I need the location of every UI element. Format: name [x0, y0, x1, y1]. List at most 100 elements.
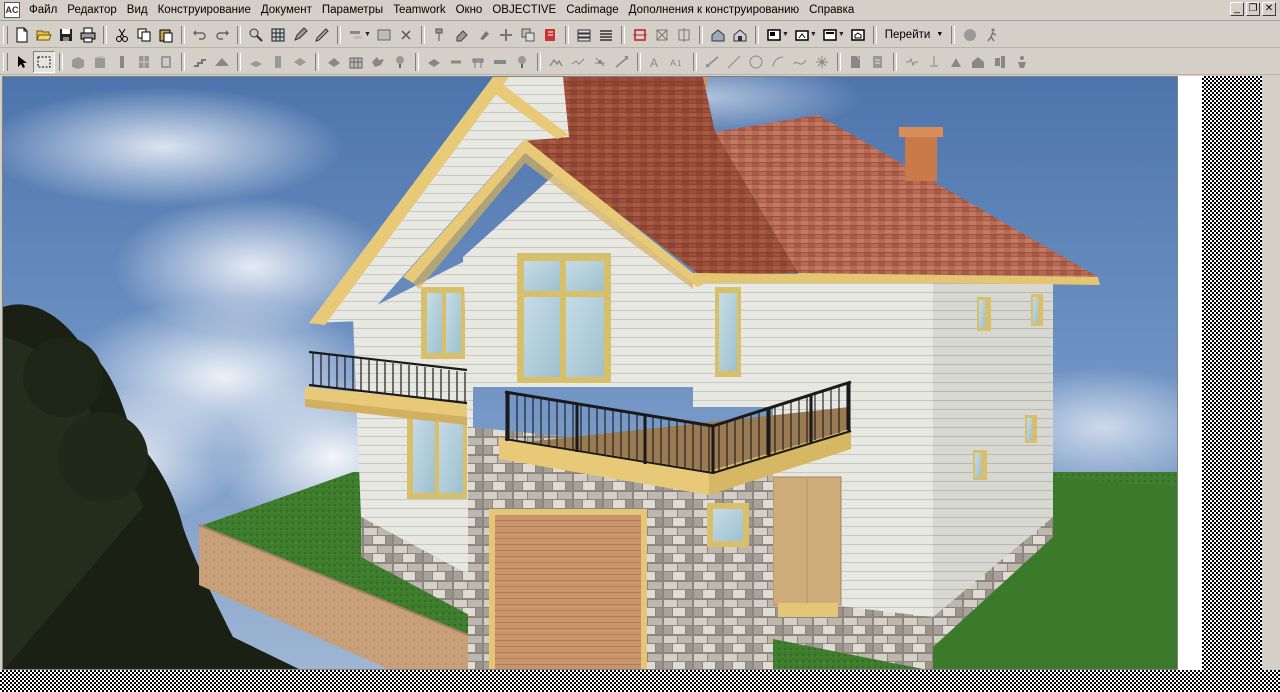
horizontal-scrollbar[interactable]	[0, 670, 1280, 692]
elevation-icon[interactable]	[651, 24, 673, 46]
lamp-icon[interactable]	[389, 51, 411, 73]
layer-list-icon[interactable]	[595, 24, 617, 46]
menu-design-extras[interactable]: Дополнения к конструированию	[624, 1, 805, 20]
chevron-down-icon[interactable]: ▼	[810, 31, 817, 38]
door-icon[interactable]	[133, 51, 155, 73]
eraser-icon[interactable]	[451, 24, 473, 46]
close-button[interactable]: ✕	[1262, 2, 1276, 16]
minimize-button[interactable]: _	[1230, 2, 1244, 16]
morph-icon[interactable]	[323, 51, 345, 73]
circle-icon[interactable]	[589, 51, 611, 73]
figure-icon[interactable]	[701, 51, 723, 73]
mesh-icon[interactable]	[267, 51, 289, 73]
fill-icon[interactable]	[545, 51, 567, 73]
menu-edit[interactable]: Редактор	[62, 1, 122, 20]
drop-icon[interactable]	[473, 24, 495, 46]
detail-icon[interactable]	[845, 51, 867, 73]
house-3d-icon[interactable]	[707, 24, 729, 46]
elevation-marker-icon[interactable]	[767, 51, 789, 73]
grid-icon[interactable]	[267, 24, 289, 46]
split-icon[interactable]	[673, 24, 695, 46]
arrow-select-icon[interactable]	[11, 51, 33, 73]
menu-document[interactable]: Документ	[256, 1, 317, 20]
line-icon[interactable]	[567, 51, 589, 73]
snap-icon[interactable]	[495, 24, 517, 46]
menu-view[interactable]: Вид	[122, 1, 153, 20]
menu-objective[interactable]: OBJECTIVE	[487, 1, 561, 20]
section-icon[interactable]	[629, 24, 651, 46]
spline-icon[interactable]: A	[645, 51, 667, 73]
dimension-icon[interactable]	[445, 51, 467, 73]
object-icon[interactable]	[367, 51, 389, 73]
marker-icon[interactable]	[923, 51, 945, 73]
walk-icon[interactable]	[981, 24, 1003, 46]
cut-icon[interactable]	[111, 24, 133, 46]
vertical-scrollbar[interactable]	[1202, 76, 1262, 670]
new-file-icon[interactable]	[11, 24, 33, 46]
menu-help[interactable]: Справка	[804, 1, 859, 20]
home-icon[interactable]	[847, 24, 869, 46]
interior-icon[interactable]	[789, 51, 811, 73]
camera-path-icon[interactable]	[901, 51, 923, 73]
house-plan-icon[interactable]	[729, 24, 751, 46]
layers-icon[interactable]	[517, 24, 539, 46]
open-folder-icon[interactable]	[33, 24, 55, 46]
tree-icon[interactable]	[989, 51, 1011, 73]
x-icon[interactable]	[395, 24, 417, 46]
toolbar-grip[interactable]	[3, 52, 8, 71]
marquee-select-icon[interactable]	[33, 50, 55, 73]
menu-teamwork[interactable]: Teamwork	[388, 1, 450, 20]
brush-icon[interactable]	[429, 24, 451, 46]
book-icon[interactable]	[539, 24, 561, 46]
redo-icon[interactable]	[211, 24, 233, 46]
drawing-icon[interactable]	[723, 51, 745, 73]
curtain-wall-icon[interactable]	[345, 51, 367, 73]
menu-file[interactable]: Файл	[24, 1, 62, 20]
pencil-icon[interactable]	[289, 24, 311, 46]
zone-icon[interactable]	[423, 51, 445, 73]
roof-icon[interactable]	[211, 51, 233, 73]
menu-design[interactable]: Конструирование	[153, 1, 256, 20]
separator	[315, 52, 319, 71]
menu-cadimage[interactable]: Cadimage	[561, 1, 623, 20]
change-icon[interactable]	[867, 51, 889, 73]
wall-icon[interactable]	[67, 51, 89, 73]
arc-icon[interactable]	[611, 51, 633, 73]
chevron-down-icon[interactable]: ▼	[838, 31, 845, 38]
text-icon[interactable]	[489, 51, 511, 73]
find-select-icon[interactable]	[245, 24, 267, 46]
print-icon[interactable]	[77, 24, 99, 46]
brain-icon[interactable]	[959, 24, 981, 46]
goto-dropdown[interactable]: Перейти ▼	[881, 29, 948, 41]
figure-person-icon[interactable]	[1011, 51, 1033, 73]
undo-icon[interactable]	[189, 24, 211, 46]
slab-icon[interactable]	[245, 51, 267, 73]
chevron-down-icon[interactable]: ▼	[782, 31, 789, 38]
label-icon[interactable]	[511, 51, 533, 73]
restore-button[interactable]: ❐	[1246, 2, 1260, 16]
paste-icon[interactable]	[155, 24, 177, 46]
worksheet-icon[interactable]	[811, 51, 833, 73]
stack-icon[interactable]	[573, 24, 595, 46]
section-marker-icon[interactable]	[745, 51, 767, 73]
level-icon[interactable]	[467, 51, 489, 73]
pen-icon[interactable]	[311, 24, 333, 46]
separator	[103, 25, 107, 44]
shell-icon[interactable]	[289, 51, 311, 73]
copy-icon[interactable]	[133, 24, 155, 46]
table-icon[interactable]	[373, 24, 395, 46]
column-icon[interactable]	[89, 51, 111, 73]
save-icon[interactable]	[55, 24, 77, 46]
toolbar-grip[interactable]	[3, 25, 8, 44]
house-small-icon[interactable]	[967, 51, 989, 73]
menu-options[interactable]: Параметры	[317, 1, 388, 20]
grid-element-icon[interactable]	[945, 51, 967, 73]
3d-viewport[interactable]	[2, 76, 1178, 670]
stair-icon[interactable]	[189, 51, 211, 73]
hotspot-icon[interactable]: A1	[667, 51, 689, 73]
chevron-down-icon[interactable]: ▼	[364, 31, 371, 38]
window-icon[interactable]	[155, 51, 177, 73]
app-icon: AC	[4, 2, 20, 18]
menu-window[interactable]: Окно	[451, 1, 488, 20]
beam-icon[interactable]	[111, 51, 133, 73]
